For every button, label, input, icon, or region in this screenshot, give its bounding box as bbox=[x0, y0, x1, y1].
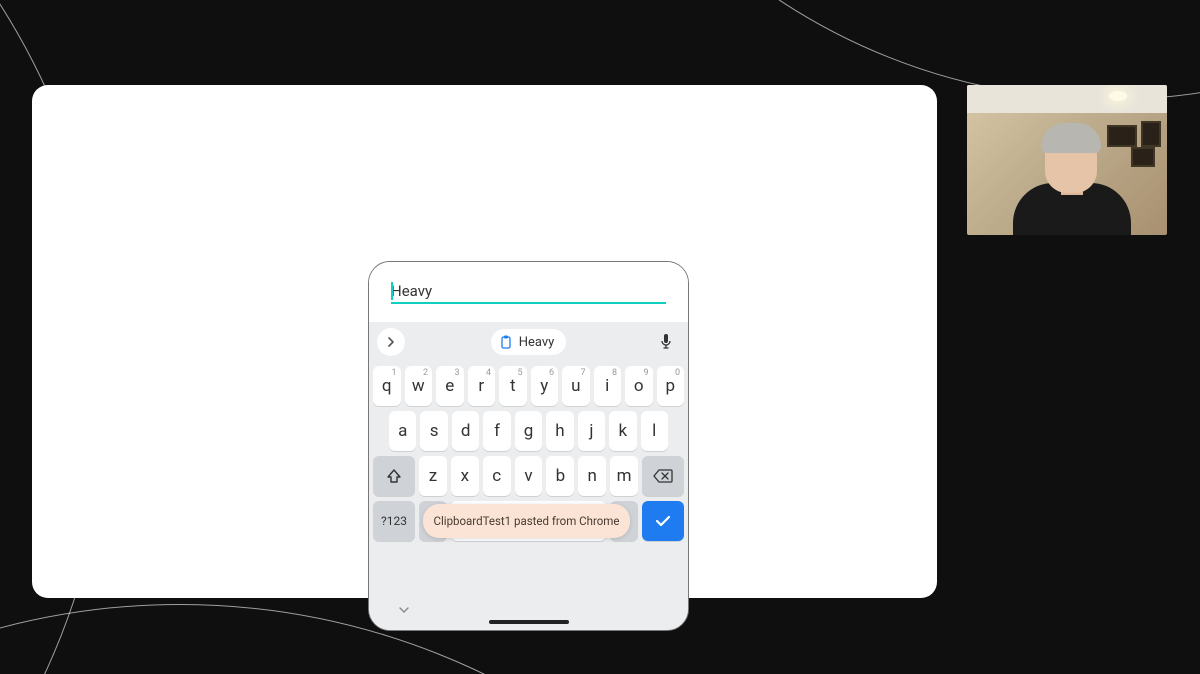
chevron-down-icon bbox=[398, 606, 410, 614]
backspace-icon bbox=[653, 469, 673, 483]
key-hint: 4 bbox=[486, 368, 491, 378]
key-l[interactable]: l bbox=[641, 411, 668, 451]
keyboard-collapse-button[interactable] bbox=[398, 606, 410, 614]
key-y[interactable]: 6y bbox=[531, 366, 559, 406]
key-t[interactable]: 5t bbox=[499, 366, 527, 406]
symbols-key[interactable]: ?123 bbox=[373, 501, 415, 541]
presenter-webcam bbox=[967, 85, 1167, 235]
key-hint: 1 bbox=[391, 368, 396, 378]
key-p[interactable]: 0p bbox=[657, 366, 685, 406]
key-hint: 5 bbox=[517, 368, 522, 378]
text-cursor bbox=[391, 282, 393, 300]
key-n[interactable]: n bbox=[578, 456, 606, 496]
enter-key[interactable] bbox=[642, 501, 684, 541]
suggestion-bar: Heavy bbox=[369, 322, 688, 362]
nav-bar bbox=[369, 604, 688, 630]
mic-icon bbox=[659, 333, 673, 351]
text-field-value: Heavy bbox=[391, 282, 432, 300]
paste-toast: ClipboardTest1 pasted from Chrome bbox=[423, 504, 630, 538]
key-x[interactable]: x bbox=[451, 456, 479, 496]
key-q[interactable]: 1q bbox=[373, 366, 401, 406]
clipboard-suggestion-chip[interactable]: Heavy bbox=[491, 329, 567, 355]
shift-key[interactable] bbox=[373, 456, 415, 496]
key-hint: 0 bbox=[675, 368, 680, 378]
key-z[interactable]: z bbox=[419, 456, 447, 496]
keyboard-row-4: ?123 , . ClipboardTest1 pasted from Chro… bbox=[373, 501, 684, 541]
key-j[interactable]: j bbox=[578, 411, 605, 451]
suggestion-chip-label: Heavy bbox=[519, 335, 555, 350]
toast-text: ClipboardTest1 pasted from Chrome bbox=[434, 514, 620, 528]
check-icon bbox=[654, 514, 672, 528]
key-hint: 2 bbox=[423, 368, 428, 378]
symbols-key-label: ?123 bbox=[381, 514, 407, 528]
key-hint: 3 bbox=[454, 368, 459, 378]
text-field[interactable]: Heavy bbox=[391, 282, 666, 304]
key-h[interactable]: h bbox=[546, 411, 573, 451]
home-indicator[interactable] bbox=[489, 620, 569, 624]
key-w[interactable]: 2w bbox=[405, 366, 433, 406]
key-g[interactable]: g bbox=[515, 411, 542, 451]
key-v[interactable]: v bbox=[515, 456, 543, 496]
shift-icon bbox=[386, 468, 402, 484]
chevron-right-icon bbox=[386, 337, 396, 347]
key-i[interactable]: 8i bbox=[594, 366, 622, 406]
key-s[interactable]: s bbox=[420, 411, 447, 451]
presentation-slide: Heavy Heavy 1q2w3e4r5t6y7u8i9o0p asdfghj… bbox=[32, 85, 937, 598]
keyboard-row-2: asdfghjkl bbox=[373, 411, 684, 451]
key-f[interactable]: f bbox=[483, 411, 510, 451]
key-r[interactable]: 4r bbox=[468, 366, 496, 406]
key-k[interactable]: k bbox=[609, 411, 636, 451]
key-hint: 8 bbox=[612, 368, 617, 378]
key-hint: 6 bbox=[549, 368, 554, 378]
key-u[interactable]: 7u bbox=[562, 366, 590, 406]
key-c[interactable]: c bbox=[483, 456, 511, 496]
clipboard-icon bbox=[499, 335, 513, 349]
key-e[interactable]: 3e bbox=[436, 366, 464, 406]
keyboard: 1q2w3e4r5t6y7u8i9o0p asdfghjkl zxcvbnm ?… bbox=[369, 362, 688, 604]
key-b[interactable]: b bbox=[546, 456, 574, 496]
backspace-key[interactable] bbox=[642, 456, 684, 496]
phone-mockup: Heavy Heavy 1q2w3e4r5t6y7u8i9o0p asdfghj… bbox=[368, 261, 689, 631]
keyboard-row-3: zxcvbnm bbox=[373, 456, 684, 496]
voice-input-button[interactable] bbox=[652, 333, 680, 351]
key-hint: 9 bbox=[643, 368, 648, 378]
key-d[interactable]: d bbox=[452, 411, 479, 451]
key-o[interactable]: 9o bbox=[625, 366, 653, 406]
keyboard-row-1: 1q2w3e4r5t6y7u8i9o0p bbox=[373, 366, 684, 406]
key-hint: 7 bbox=[580, 368, 585, 378]
text-input-area: Heavy bbox=[369, 262, 688, 322]
expand-suggestions-button[interactable] bbox=[377, 328, 405, 356]
key-a[interactable]: a bbox=[389, 411, 416, 451]
key-m[interactable]: m bbox=[610, 456, 638, 496]
